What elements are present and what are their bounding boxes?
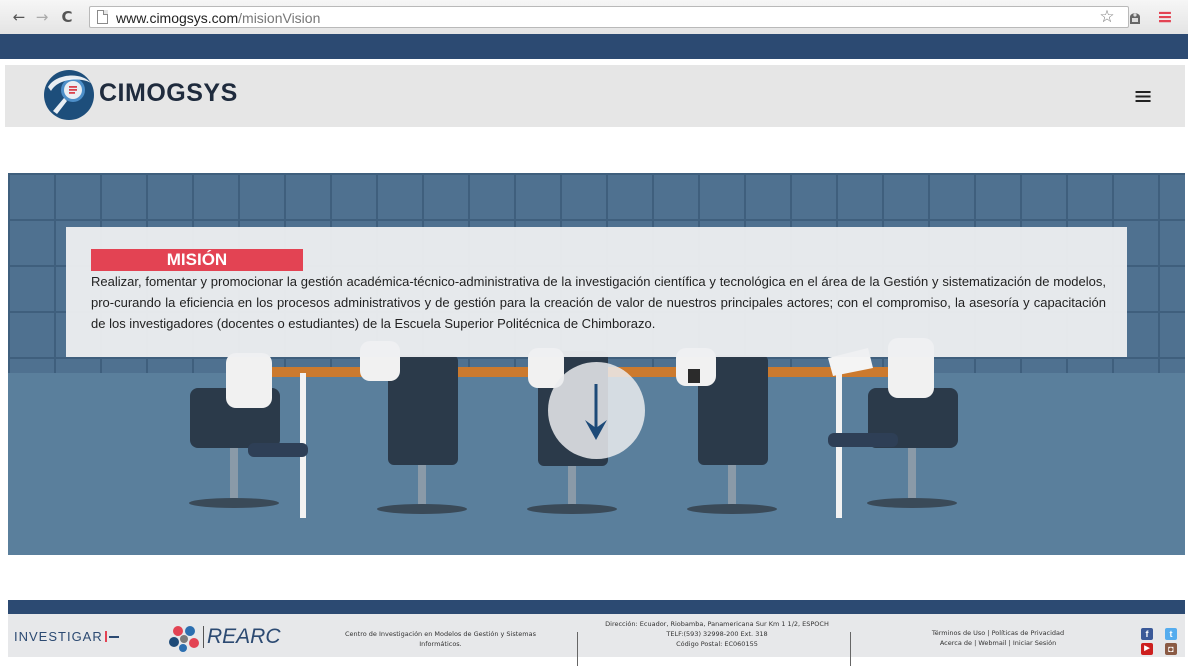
top-bar [0,34,1188,59]
rearc-divider [203,626,204,648]
center-name-line-2: Informáticos. [419,640,462,648]
site-header: CIMOGSYS ≡ [5,65,1185,127]
reload-button[interactable]: C [58,7,76,27]
investigar-text: INVESTIGAR [14,629,103,644]
url-text: www.cimogsys.com/misionVision [116,9,320,27]
scroll-down-button[interactable] [548,362,645,459]
rearc-text[interactable]: REARC [207,625,281,649]
cimogsys-logo-icon[interactable] [43,69,95,121]
link-separator: | [987,629,990,637]
phone-line: TELF:(593) 32998-200 Ext. 318 [666,630,768,638]
browser-menu-icon[interactable]: ≡ [1156,7,1174,27]
facebook-icon[interactable]: f [1141,628,1153,640]
arrow-down-icon [585,384,607,440]
address-bar[interactable]: www.cimogsys.com/misionVision [89,6,1129,28]
footer: INVESTIGAR REARC Centro de Investigación… [8,600,1185,666]
terms-link[interactable]: Términos de Uso [932,629,985,637]
mission-text: Realizar, fomentar y promocionar la gest… [91,274,1106,331]
postal-code-line: Código Postal: EC060155 [676,640,758,648]
center-name: Centro de Investigación en Modelos de Ge… [328,629,553,649]
privacy-link[interactable]: Políticas de Privacidad [992,629,1065,637]
brand-name[interactable]: CIMOGSYS [99,79,238,108]
investigar-dash-icon [108,636,119,638]
about-link[interactable]: Acerca de [940,639,972,647]
investigar-logo[interactable]: INVESTIGAR [14,629,119,644]
hamburger-menu-icon[interactable]: ≡ [1133,83,1153,109]
footer-links: Términos de Uso | Políticas de Privacida… [878,628,1118,648]
mission-title: MISIÓN [91,249,303,271]
forward-button[interactable]: → [33,7,51,27]
page-icon [97,10,108,24]
footer-divider [577,632,578,666]
youtube-icon[interactable]: ▶ [1141,643,1153,655]
extension-icon[interactable] [1127,9,1143,26]
rearc-logo-icon[interactable] [168,624,200,652]
link-separator: | [1008,639,1011,647]
twitter-icon[interactable]: t [1165,628,1177,640]
address-line: Dirección: Ecuador, Riobamba, Panamerica… [605,620,829,628]
bookmark-star-icon[interactable]: ☆ [1098,7,1116,27]
center-name-line-1: Centro de Investigación en Modelos de Ge… [345,630,536,638]
url-host: www.cimogsys.com [116,10,239,26]
browser-toolbar: ← → C www.cimogsys.com/misionVision ☆ ≡ [0,0,1188,35]
webmail-link[interactable]: Webmail [978,639,1006,647]
hero-banner: MISIÓN Realizar, fomentar y promocionar … [8,173,1185,555]
investigar-mark-icon [104,631,107,642]
url-path: /misionVision [238,10,321,26]
link-separator: | [974,639,977,647]
mission-panel: MISIÓN Realizar, fomentar y promocionar … [66,227,1127,357]
login-link[interactable]: Iniciar Sesión [1013,639,1056,647]
address-block: Dirección: Ecuador, Riobamba, Panamerica… [582,619,852,649]
footer-divider [850,632,851,666]
instagram-icon[interactable]: ◘ [1165,643,1177,655]
back-button[interactable]: ← [10,7,28,27]
